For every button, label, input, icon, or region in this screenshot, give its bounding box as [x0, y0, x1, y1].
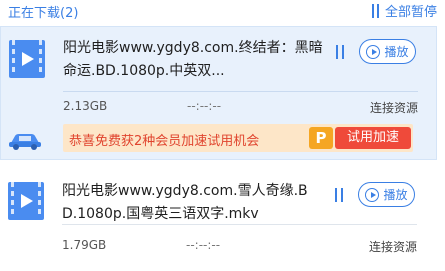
downloads-header: 正在下载(2) 全部暂停: [0, 0, 445, 24]
trial-speedup-button[interactable]: 试用加速: [335, 127, 411, 149]
task-file-name: 阳光电影www.ygdy8.com.雪人奇缘.BD.1080p.国粤英三语双字.…: [62, 183, 308, 222]
progress-divider: [62, 224, 417, 225]
speedup-promo-banner[interactable]: 恭喜免费获2种会员加速试用机会 P 试用加速: [63, 124, 413, 152]
pause-all-label: 全部暂停: [384, 5, 437, 20]
pause-all-button[interactable]: 全部暂停: [371, 1, 437, 20]
task-play-button[interactable]: 播放: [358, 182, 415, 207]
status-text: 连接资源: [369, 101, 418, 115]
speedup-car-icon: [9, 134, 41, 150]
play-icon: [365, 187, 380, 202]
remaining-time: --:--:--: [187, 99, 222, 113]
download-task[interactable]: 阳光电影www.ygdy8.com.终结者：黑暗命运.BD.1080p.中英双.…: [0, 26, 437, 160]
video-file-icon: [8, 182, 44, 220]
play-label: 播放: [384, 45, 409, 59]
task-file-name: 阳光电影www.ygdy8.com.终结者：黑暗命运.BD.1080p.中英双.…: [63, 40, 323, 79]
task-pause-button[interactable]: [336, 45, 344, 59]
promo-text: 恭喜免费获2种会员加速试用机会: [69, 134, 260, 149]
task-play-button[interactable]: 播放: [359, 39, 416, 64]
pause-icon: [371, 3, 379, 18]
progress-divider: [63, 91, 418, 92]
remaining-time: --:--:--: [186, 238, 221, 252]
task-pause-button[interactable]: [335, 188, 343, 202]
file-size: 2.13GB: [63, 99, 108, 113]
play-label: 播放: [383, 188, 408, 202]
video-file-icon: [9, 40, 45, 78]
downloading-count-title: 正在下载(2): [8, 6, 79, 21]
status-text: 连接资源: [368, 240, 417, 254]
play-icon: [366, 44, 381, 59]
file-size: 1.79GB: [62, 238, 107, 252]
promo-p-badge-icon: P: [309, 127, 333, 149]
download-task[interactable]: 阳光电影www.ygdy8.com.雪人奇缘.BD.1080p.国粤英三语双字.…: [0, 170, 437, 271]
